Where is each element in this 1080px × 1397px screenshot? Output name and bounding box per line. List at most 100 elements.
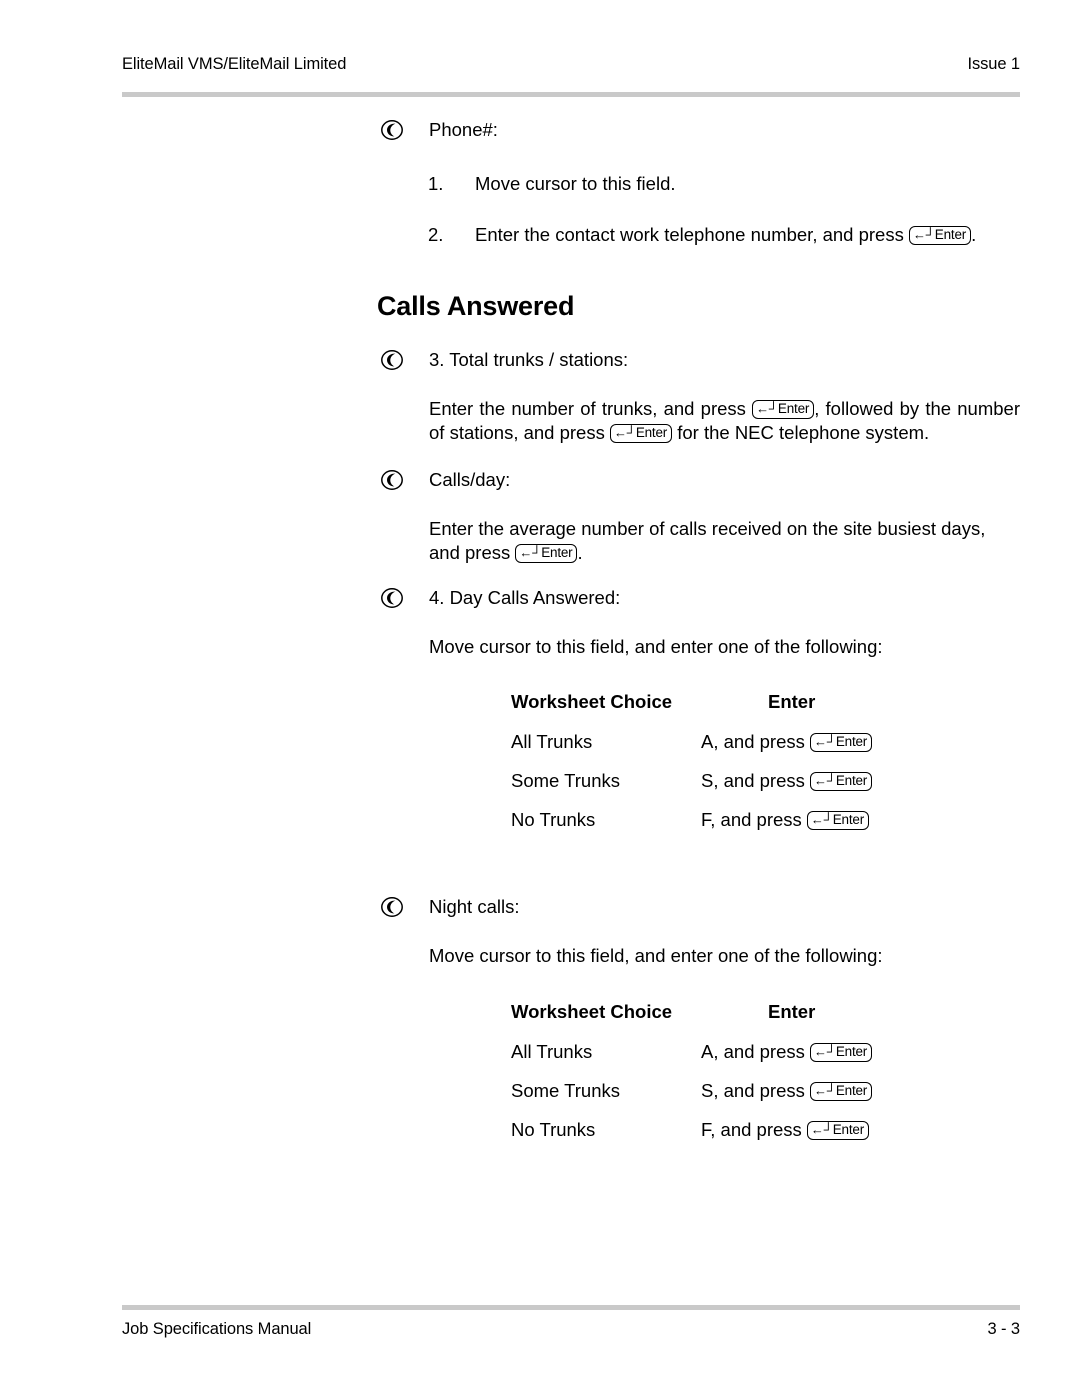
enter-key: ←┘Enter	[515, 544, 578, 564]
document-page: EliteMail VMS/EliteMail Limited Issue 1 …	[0, 0, 1080, 1397]
bullet-item-phone-number: Phone#:	[0, 118, 1080, 142]
enter-key-label: Enter	[835, 773, 868, 789]
table-row: No Trunks F, and press ←┘Enter	[511, 809, 971, 831]
spacer	[0, 197, 1080, 223]
bullet-label-calls-per-day: Calls/day:	[429, 469, 511, 491]
enter-key: ←┘Enter	[810, 772, 873, 792]
phone-number-steps-list: 1. Move cursor to this field. 2. Enter t…	[0, 172, 1080, 247]
paragraph-total-trunks: Enter the number of trunks, and press ←┘…	[0, 397, 1080, 447]
cell-enter-instruction: A, and press ←┘Enter	[701, 1041, 971, 1080]
paragraph-text-1: Enter the average number of calls receiv…	[429, 517, 986, 564]
enter-arrow-icon: ←┘	[814, 734, 836, 750]
table-row: No Trunks F, and press ←┘Enter	[511, 1119, 971, 1141]
list-item: 1. Move cursor to this field.	[0, 172, 1080, 196]
enter-key: ←┘Enter	[810, 733, 873, 753]
table-header-row: Worksheet Choice Enter	[511, 1001, 971, 1041]
column-header-enter: Enter	[768, 691, 816, 713]
cell-enter-prefix: F, and press	[701, 809, 802, 831]
enter-arrow-icon: ←┘	[912, 226, 935, 242]
telephone-bullet-icon	[379, 349, 405, 371]
enter-key: ←┘Enter	[806, 1120, 870, 1140]
enter-key: ←┘Enter	[908, 225, 972, 245]
bullet-label-phone-number: Phone#:	[429, 119, 498, 140]
enter-key-label: Enter	[635, 425, 668, 441]
instruction-day-calls-answered: Move cursor to this field, and enter one…	[429, 635, 883, 657]
column-header-worksheet-choice: Worksheet Choice	[511, 1000, 673, 1022]
cell-worksheet-choice: All Trunks	[511, 731, 593, 753]
instruction-night-calls: Move cursor to this field, and enter one…	[429, 944, 883, 966]
cell-enter-instruction: A, and press ←┘Enter	[701, 731, 971, 770]
enter-key-label: Enter	[832, 812, 865, 828]
running-header: EliteMail VMS/EliteMail Limited Issue 1	[122, 55, 1020, 74]
cell-worksheet-choice: All Trunks	[511, 1040, 593, 1062]
step-number: 2.	[428, 223, 444, 245]
cell-worksheet-choice: Some Trunks	[511, 770, 620, 792]
enter-key-label: Enter	[832, 1121, 865, 1137]
header-issue-label: Issue 1	[967, 55, 1021, 73]
cell-enter-prefix: A, and press	[701, 1040, 805, 1062]
bullet-label-day-calls-answered: 4. Day Calls Answered:	[429, 587, 621, 609]
telephone-bullet-icon	[379, 119, 405, 141]
page-title: Calls Answered	[377, 291, 575, 322]
cell-enter-prefix: S, and press	[701, 1079, 805, 1101]
telephone-bullet-icon	[379, 469, 405, 491]
telephone-bullet-icon	[379, 587, 405, 609]
table-header-row: Worksheet Choice Enter	[511, 691, 971, 731]
enter-key-label: Enter	[835, 734, 868, 750]
bullet-label-night-calls: Night calls:	[429, 896, 520, 918]
day-calls-answered-choice-table: Worksheet Choice Enter All Trunks A, and…	[511, 691, 971, 831]
footer-page-number: 3 - 3	[987, 1320, 1020, 1338]
cell-enter-instruction: F, and press ←┘Enter	[701, 809, 971, 831]
enter-arrow-icon: ←┘	[614, 425, 636, 441]
table-row: Some Trunks S, and press ←┘Enter	[511, 1080, 971, 1119]
night-calls-choice-table: Worksheet Choice Enter All Trunks A, and…	[511, 1001, 971, 1141]
enter-key-label: Enter	[934, 226, 967, 242]
enter-key-label: Enter	[835, 1043, 868, 1059]
column-header-enter: Enter	[768, 1000, 816, 1022]
table-row: All Trunks A, and press ←┘Enter	[511, 1041, 971, 1080]
running-footer: Job Specifications Manual 3 - 3	[122, 1320, 1020, 1339]
bullet-item-night-calls: Night calls:	[0, 895, 1080, 919]
table-row: Some Trunks S, and press ←┘Enter	[511, 770, 971, 809]
enter-key-label: Enter	[835, 1082, 868, 1098]
cell-enter-prefix: A, and press	[701, 731, 805, 753]
list-item: 2. Enter the contact work telephone numb…	[0, 223, 1080, 247]
footer-rule	[122, 1305, 1020, 1310]
cell-worksheet-choice: No Trunks	[511, 809, 596, 831]
bullet-item-total-trunks: 3. Total trunks / stations:	[0, 348, 1080, 372]
step-text: Move cursor to this field.	[475, 173, 676, 195]
cell-worksheet-choice: Some Trunks	[511, 1079, 620, 1101]
cell-enter-instruction: S, and press ←┘Enter	[701, 1080, 971, 1119]
enter-arrow-icon: ←┘	[756, 400, 778, 416]
paragraph-calls-per-day: Enter the average number of calls receiv…	[0, 517, 1080, 567]
header-document-title: EliteMail VMS/EliteMail Limited	[122, 55, 347, 73]
enter-key: ←┘Enter	[806, 811, 870, 831]
enter-arrow-icon: ←┘	[810, 812, 833, 828]
cell-enter-prefix: F, and press	[701, 1118, 802, 1140]
table-row: All Trunks A, and press ←┘Enter	[511, 731, 971, 770]
paragraph-text-3: for the NEC telephone system.	[677, 422, 930, 444]
telephone-bullet-icon	[379, 896, 405, 918]
cell-enter-prefix: S, and press	[701, 770, 805, 792]
header-rule	[122, 92, 1020, 97]
bullet-item-day-calls-answered: 4. Day Calls Answered:	[0, 586, 1080, 610]
enter-key-label: Enter	[541, 545, 573, 561]
paragraph-text-1: Enter the number of trunks, and press	[429, 397, 746, 419]
enter-arrow-icon: ←┘	[814, 1043, 836, 1059]
cell-enter-instruction: F, and press ←┘Enter	[701, 1119, 971, 1141]
footer-manual-title: Job Specifications Manual	[122, 1320, 312, 1338]
enter-arrow-icon: ←┘	[814, 773, 836, 789]
bullet-label-total-trunks: 3. Total trunks / stations:	[429, 349, 629, 371]
